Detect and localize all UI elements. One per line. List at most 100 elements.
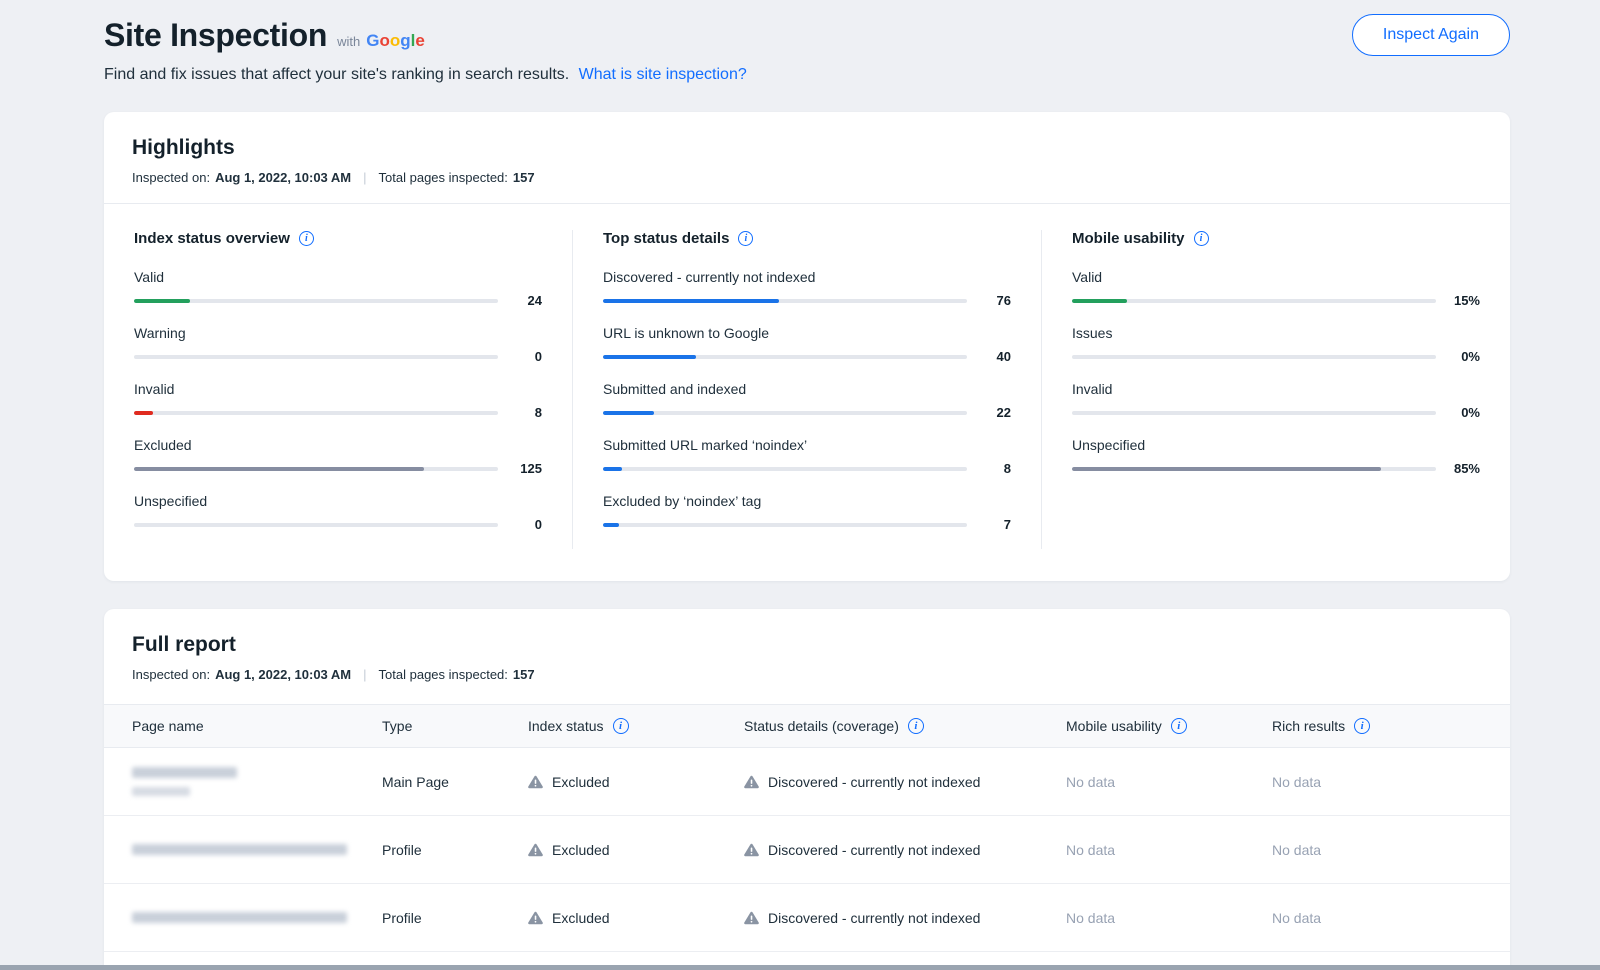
metric-excluded-noindex-tag: Excluded by ‘noindex’ tag 7 xyxy=(603,493,1011,532)
progress-bar xyxy=(603,467,967,471)
inspected-on-label: Inspected on: xyxy=(132,667,210,682)
warning-icon xyxy=(744,911,759,925)
warning-icon xyxy=(528,911,543,925)
inspect-again-button[interactable]: Inspect Again xyxy=(1352,14,1510,56)
progress-bar xyxy=(603,523,967,527)
metric-discovered-not-indexed: Discovered - currently not indexed 76 xyxy=(603,269,1011,308)
progress-bar xyxy=(134,411,498,415)
column-header-type: Type xyxy=(382,718,528,734)
cell-type: Profile xyxy=(382,842,528,858)
metric-mobile-issues: Issues 0% xyxy=(1072,325,1480,364)
meta-separator: | xyxy=(363,667,366,682)
info-icon[interactable]: i xyxy=(908,718,924,734)
inspected-on-label: Inspected on: xyxy=(132,170,210,185)
column-header-page-name: Page name xyxy=(132,718,382,734)
cell-type: Main Page xyxy=(382,774,528,790)
page-name-blurred xyxy=(132,912,382,923)
metric-label: Unspecified xyxy=(1072,437,1480,453)
metric-value: 0 xyxy=(498,517,542,532)
progress-bar xyxy=(1072,355,1436,359)
google-logo: Google xyxy=(366,31,425,51)
warning-icon xyxy=(528,843,543,857)
info-icon[interactable]: i xyxy=(1171,718,1187,734)
highlights-columns: Index status overview i Valid 24 Warning… xyxy=(104,204,1510,581)
warning-icon xyxy=(744,843,759,857)
metric-submitted-noindex: Submitted URL marked ‘noindex’ 8 xyxy=(603,437,1011,476)
page-name-blurred xyxy=(132,767,382,796)
cell-index-status: Excluded xyxy=(528,842,744,858)
with-label: with xyxy=(337,34,360,49)
table-row: Profile Excluded Discovered - currently … xyxy=(104,816,1510,884)
metric-label: Valid xyxy=(134,269,542,285)
metric-url-unknown: URL is unknown to Google 40 xyxy=(603,325,1011,364)
metric-mobile-valid: Valid 15% xyxy=(1072,269,1480,308)
total-pages-value: 157 xyxy=(513,667,535,682)
metric-value: 22 xyxy=(967,405,1011,420)
progress-bar xyxy=(134,355,498,359)
progress-bar xyxy=(134,523,498,527)
info-icon[interactable]: i xyxy=(738,231,753,246)
highlights-title: Highlights xyxy=(132,136,1482,160)
google-letter: o xyxy=(379,31,389,50)
column-header-mobile-usability: Mobile usabilityi xyxy=(1066,718,1272,734)
metric-label: Excluded xyxy=(134,437,542,453)
page-header: Site Inspection with Google Inspect Agai… xyxy=(104,14,1510,56)
viewport-bottom-edge xyxy=(0,965,1600,970)
info-icon[interactable]: i xyxy=(1194,231,1209,246)
column-header-status-details: Status details (coverage)i xyxy=(744,718,1066,734)
metric-label: Invalid xyxy=(134,381,542,397)
metric-label: Invalid xyxy=(1072,381,1480,397)
progress-bar xyxy=(134,467,498,471)
inspected-on-value: Aug 1, 2022, 10:03 AM xyxy=(215,170,351,185)
total-pages-label: Total pages inspected: xyxy=(379,170,508,185)
metric-valid: Valid 24 xyxy=(134,269,542,308)
metric-value: 0 xyxy=(498,349,542,364)
metric-mobile-unspecified: Unspecified 85% xyxy=(1072,437,1480,476)
metric-label: Valid xyxy=(1072,269,1480,285)
metric-invalid: Invalid 8 xyxy=(134,381,542,420)
subtitle-text: Find and fix issues that affect your sit… xyxy=(104,66,569,83)
google-letter: o xyxy=(390,31,400,50)
full-report-meta: Inspected on: Aug 1, 2022, 10:03 AM | To… xyxy=(132,667,1482,682)
progress-bar xyxy=(603,411,967,415)
metric-value: 85% xyxy=(1436,461,1480,476)
cell-status-details: Discovered - currently not indexed xyxy=(744,774,1066,790)
google-letter: e xyxy=(415,31,424,50)
metric-unspecified: Unspecified 0 xyxy=(134,493,542,532)
highlights-card: Highlights Inspected on: Aug 1, 2022, 10… xyxy=(104,112,1510,581)
cell-mobile-usability: No data xyxy=(1066,842,1272,858)
cell-rich-results: No data xyxy=(1272,842,1482,858)
progress-bar xyxy=(1072,467,1436,471)
google-letter: g xyxy=(400,31,410,50)
cell-mobile-usability: No data xyxy=(1066,910,1272,926)
table-row: Profile Excluded Discovered - currently … xyxy=(104,884,1510,952)
cell-rich-results: No data xyxy=(1272,910,1482,926)
metric-value: 125 xyxy=(498,461,542,476)
total-pages-label: Total pages inspected: xyxy=(379,667,508,682)
table-row: Main Page Excluded Discovered - currentl… xyxy=(104,748,1510,816)
metric-label: Submitted and indexed xyxy=(603,381,1011,397)
metric-label: Excluded by ‘noindex’ tag xyxy=(603,493,1011,509)
metric-value: 8 xyxy=(498,405,542,420)
cell-mobile-usability: No data xyxy=(1066,774,1272,790)
page-title: Site Inspection xyxy=(104,17,327,54)
metric-excluded: Excluded 125 xyxy=(134,437,542,476)
metric-value: 0% xyxy=(1436,349,1480,364)
total-pages-value: 157 xyxy=(513,170,535,185)
section-mobile-usability: Mobile usability i Valid 15% Issues 0% I… xyxy=(1041,230,1510,549)
warning-icon xyxy=(744,775,759,789)
cell-status-details: Discovered - currently not indexed xyxy=(744,910,1066,926)
highlights-meta: Inspected on: Aug 1, 2022, 10:03 AM | To… xyxy=(132,170,1482,185)
section-title: Index status overview xyxy=(134,230,290,247)
section-index-status-overview: Index status overview i Valid 24 Warning… xyxy=(104,230,572,549)
progress-bar xyxy=(603,299,967,303)
metric-label: Submitted URL marked ‘noindex’ xyxy=(603,437,1011,453)
metric-value: 8 xyxy=(967,461,1011,476)
info-icon[interactable]: i xyxy=(613,718,629,734)
cell-type: Profile xyxy=(382,910,528,926)
info-icon[interactable]: i xyxy=(1354,718,1370,734)
info-icon[interactable]: i xyxy=(299,231,314,246)
section-top-status-details: Top status details i Discovered - curren… xyxy=(572,230,1041,549)
warning-icon xyxy=(528,775,543,789)
what-is-site-inspection-link[interactable]: What is site inspection? xyxy=(579,66,747,83)
